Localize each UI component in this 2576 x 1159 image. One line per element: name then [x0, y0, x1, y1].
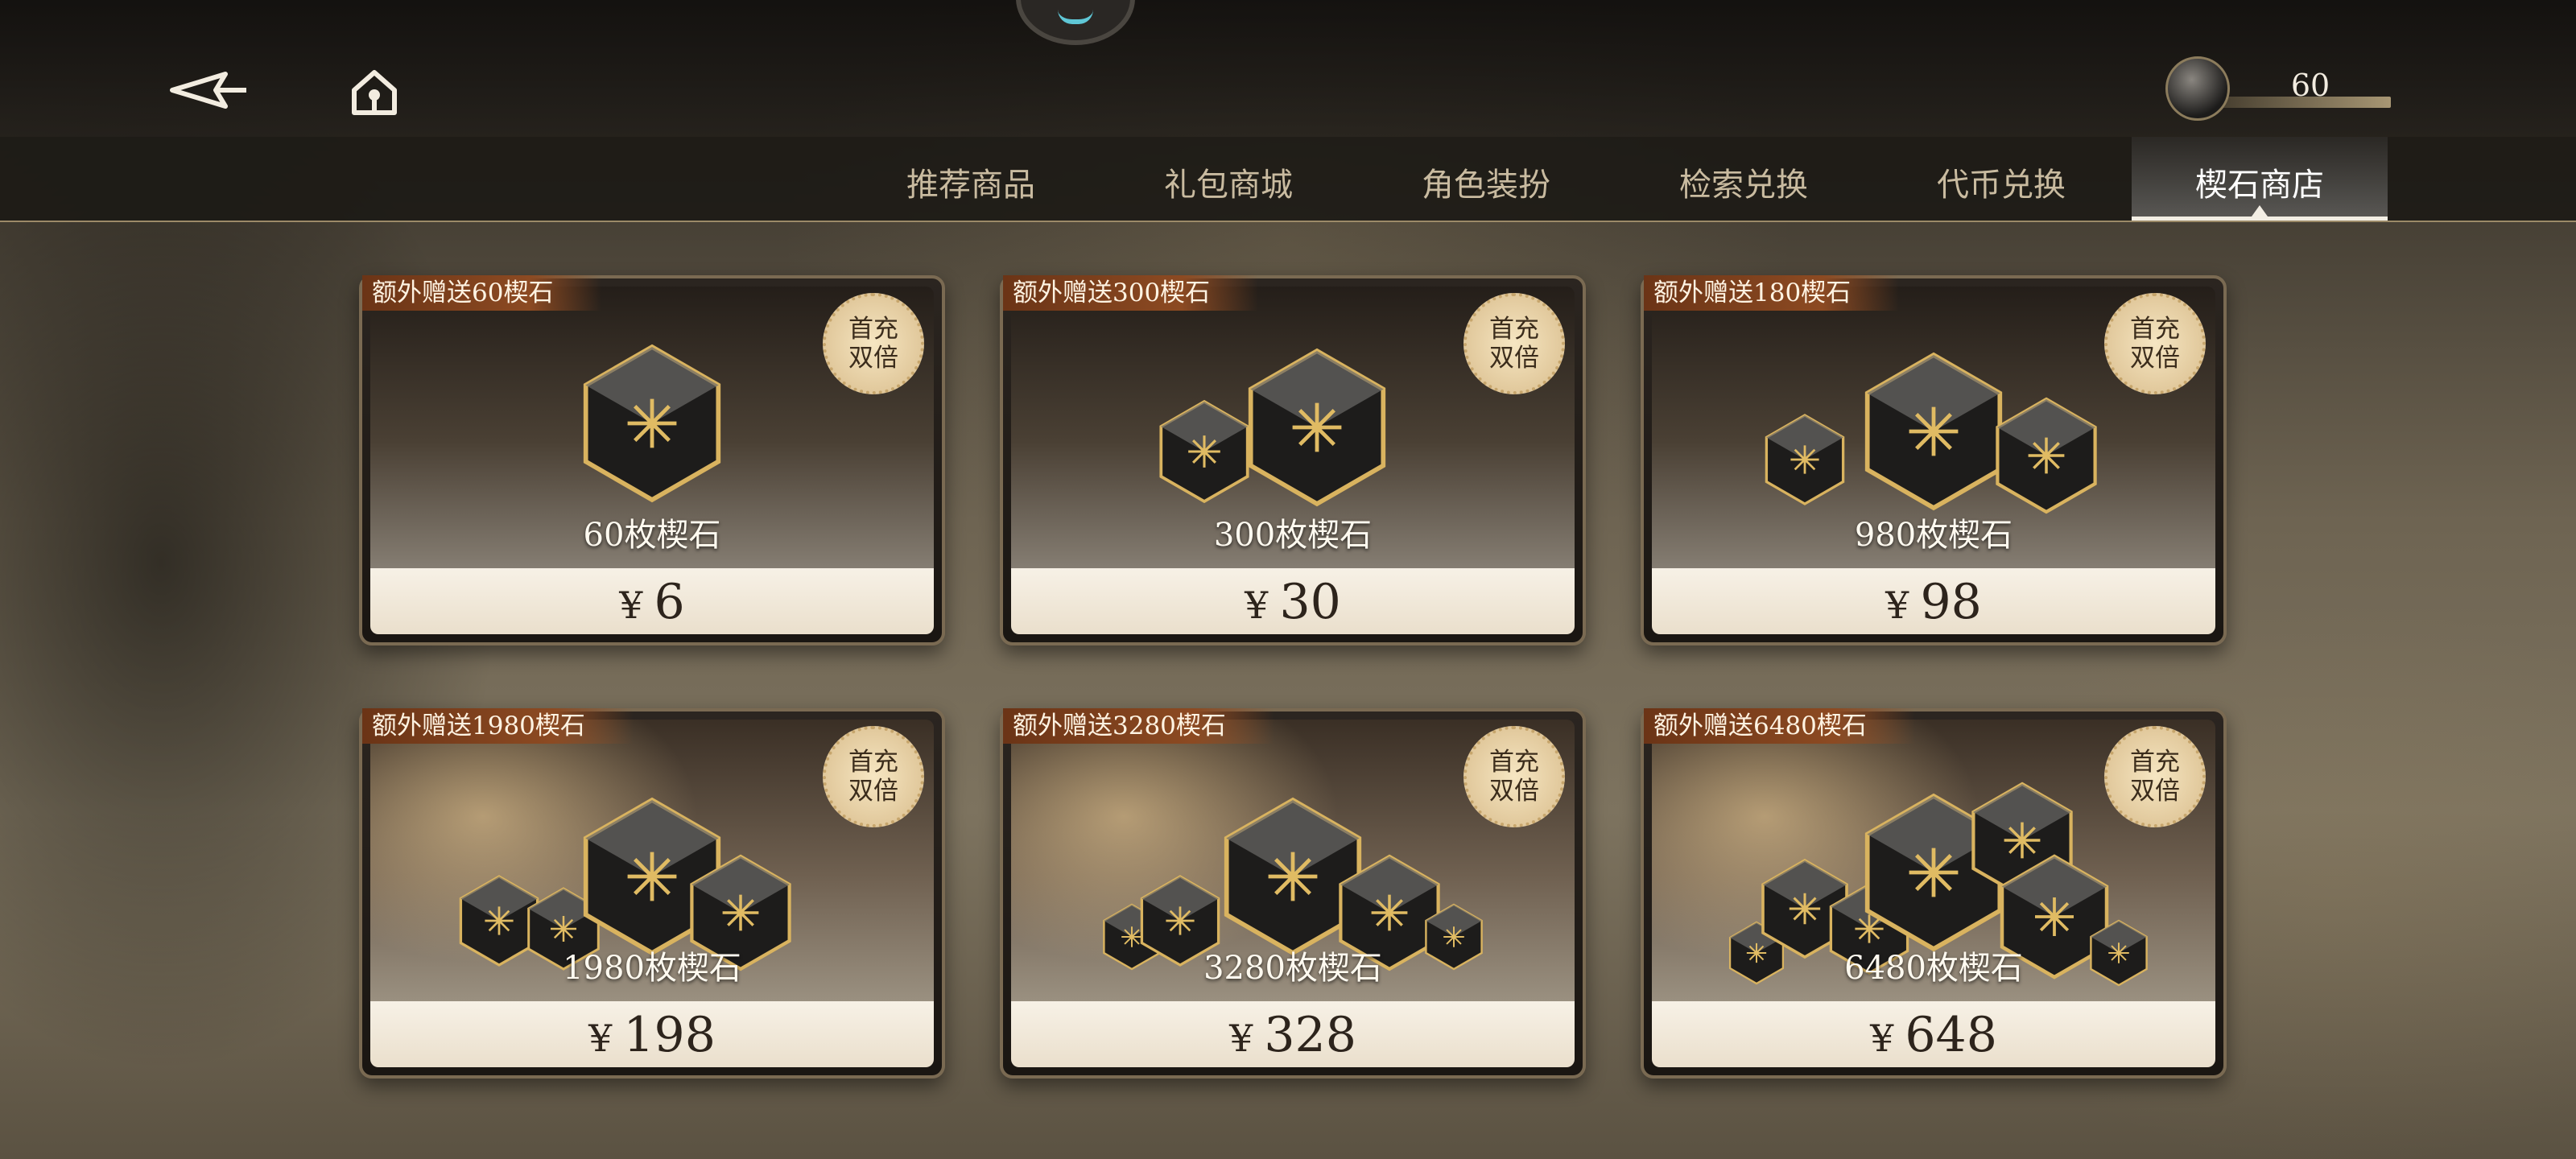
bonus-ribbon: 额外赠送3280楔石 — [1003, 708, 1274, 744]
badge-line: 首充 — [2130, 748, 2180, 777]
keystone-gem-icon — [1996, 397, 2097, 514]
first-recharge-double-badge: 首充 双倍 — [2104, 726, 2206, 827]
tab-recommended[interactable]: 推荐商品 — [850, 137, 1092, 221]
badge-line: 首充 — [848, 315, 898, 344]
first-recharge-double-badge: 首充 双倍 — [1463, 293, 1565, 394]
tab-keystone-shop[interactable]: 楔石商店 — [2132, 137, 2388, 221]
currency-symbol: ¥ — [1885, 584, 1909, 627]
bonus-ribbon: 额外赠送300楔石 — [1003, 275, 1259, 311]
badge-line: 首充 — [2130, 315, 2180, 344]
first-recharge-double-badge: 首充 双倍 — [2104, 293, 2206, 394]
tab-gift-packs[interactable]: 礼包商城 — [1108, 137, 1349, 221]
keystone-gem-icon — [1765, 414, 1845, 505]
first-recharge-double-badge: 首充 双倍 — [1463, 726, 1565, 827]
product-name: 60枚楔石 — [583, 517, 721, 554]
product-price: ¥30 — [1011, 568, 1575, 634]
price-value: 198 — [623, 1007, 716, 1063]
keystone-gem-icon — [1248, 348, 1386, 507]
tab-label: 代币兑换 — [1937, 167, 2066, 204]
first-recharge-double-badge: 首充 双倍 — [823, 293, 924, 394]
product-price: ¥6 — [370, 568, 934, 634]
tab-label: 楔石商店 — [2195, 167, 2324, 204]
currency-display[interactable]: 60 — [2165, 56, 2391, 121]
home-icon — [352, 70, 397, 115]
product-price: ¥198 — [370, 1001, 934, 1067]
badge-line: 双倍 — [2130, 344, 2180, 373]
active-tab-caret-icon — [2252, 205, 2268, 217]
bonus-ribbon: 额外赠送60楔石 — [362, 275, 602, 311]
first-recharge-double-badge: 首充 双倍 — [823, 726, 924, 827]
tab-label: 推荐商品 — [906, 167, 1035, 204]
currency-symbol: ¥ — [619, 584, 643, 627]
badge-line: 双倍 — [2130, 777, 2180, 806]
badge-line: 首充 — [1489, 748, 1539, 777]
back-arrow-icon — [170, 72, 246, 109]
product-price: ¥98 — [1652, 568, 2215, 634]
currency-symbol: ¥ — [1245, 584, 1269, 627]
bonus-ribbon: 额外赠送6480楔石 — [1644, 708, 1915, 744]
home-button[interactable] — [346, 64, 402, 121]
product-card[interactable]: 额外赠送180楔石 首充 双倍 980枚楔石 ¥98 — [1641, 275, 2227, 645]
keystone-gem-icon — [1159, 399, 1249, 504]
keystone-gem-icon — [583, 344, 721, 503]
product-name: 6480枚楔石 — [1844, 950, 2023, 987]
badge-line: 双倍 — [1489, 344, 1539, 373]
product-name: 1980枚楔石 — [563, 950, 741, 987]
gem-currency-icon — [2165, 56, 2230, 121]
product-card[interactable]: 额外赠送300楔石 首充 双倍 300枚楔石 ¥30 — [1000, 275, 1586, 645]
tab-label: 礼包商城 — [1164, 167, 1293, 204]
bonus-ribbon: 额外赠送180楔石 — [1644, 275, 1900, 311]
badge-line: 双倍 — [1489, 777, 1539, 806]
back-button[interactable] — [169, 66, 250, 114]
product-card[interactable]: 额外赠送1980楔石 首充 双倍 1980枚楔石 ¥198 — [359, 708, 945, 1079]
price-value: 6 — [654, 574, 685, 630]
keystone-gem-icon — [1864, 352, 2003, 511]
product-price: ¥328 — [1011, 1001, 1575, 1067]
product-price: ¥648 — [1652, 1001, 2215, 1067]
product-card[interactable]: 额外赠送60楔石 首充 双倍 60枚楔石 ¥6 — [359, 275, 945, 645]
currency-symbol: ¥ — [1229, 1017, 1253, 1060]
badge-line: 首充 — [848, 748, 898, 777]
tab-search-exchange[interactable]: 检索兑换 — [1623, 137, 1864, 221]
shop-tab-bar: 推荐商品 礼包商城 角色装扮 检索兑换 代币兑换 楔石商店 — [0, 137, 2576, 222]
price-value: 328 — [1264, 1007, 1356, 1063]
currency-symbol: ¥ — [588, 1017, 613, 1060]
tab-label: 角色装扮 — [1422, 167, 1550, 204]
price-value: 648 — [1905, 1007, 1997, 1063]
tab-outfits[interactable]: 角色装扮 — [1365, 137, 1607, 221]
tab-label: 检索兑换 — [1679, 167, 1808, 204]
price-value: 98 — [1920, 574, 1982, 630]
currency-symbol: ¥ — [1870, 1017, 1894, 1060]
product-name: 980枚楔石 — [1854, 517, 2013, 554]
product-name: 300枚楔石 — [1213, 517, 1373, 554]
product-name: 3280枚楔石 — [1203, 950, 1382, 987]
badge-line: 双倍 — [848, 777, 898, 806]
currency-count: 60 — [2290, 68, 2330, 103]
badge-line: 首充 — [1489, 315, 1539, 344]
bonus-ribbon: 额外赠送1980楔石 — [362, 708, 634, 744]
price-value: 30 — [1279, 574, 1341, 630]
product-card[interactable]: 额外赠送6480楔石 首充 双倍 6480枚楔石 ¥648 — [1641, 708, 2227, 1079]
tab-token-exchange[interactable]: 代币兑换 — [1880, 137, 2122, 221]
product-card[interactable]: 额外赠送3280楔石 首充 双倍 3280枚楔石 ¥328 — [1000, 708, 1586, 1079]
badge-line: 双倍 — [848, 344, 898, 373]
